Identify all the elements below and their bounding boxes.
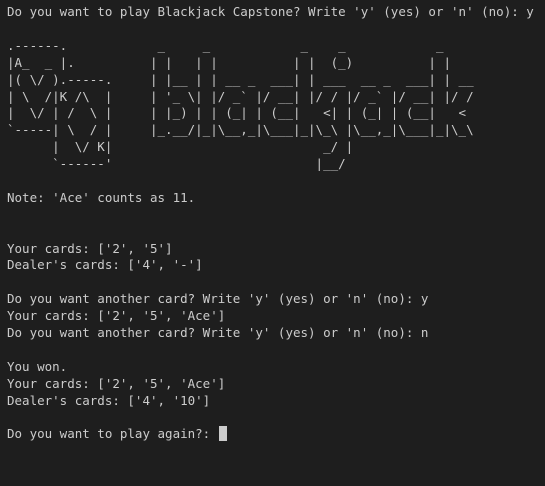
output-line: Dealer's cards: ['4', '-'] (7, 257, 545, 274)
output-line: You won. (7, 359, 545, 376)
output-line: Note: 'Ace' counts as 11. (7, 190, 545, 207)
output-line: Your cards: ['2', '5', 'Ace'] (7, 308, 545, 325)
blackjack-ascii-logo: .------. _ _ _ _ _ |A_ _ |. | | | | | | … (7, 37, 474, 172)
line-text: Your cards: ['2', '5', 'Ace'] (7, 375, 226, 391)
input-prompt-line[interactable]: Do you want to play again?: (7, 426, 545, 443)
terminal-output[interactable]: Do you want to play Blackjack Capstone? … (0, 0, 545, 486)
line-text: You won. (7, 358, 68, 374)
line-text: Your cards: ['2', '5', 'Ace'] (7, 308, 226, 324)
output-line: Your cards: ['2', '5'] (7, 241, 545, 258)
line-text: Note: 'Ace' counts as 11. (7, 189, 196, 205)
output-line: Do you want another card? Write 'y' (yes… (7, 291, 545, 308)
text-cursor[interactable] (218, 426, 227, 442)
line-text: Do you want another card? Write 'y' (yes… (7, 325, 429, 341)
output-line: Dealer's cards: ['4', '10'] (7, 393, 545, 410)
line-text: Dealer's cards: ['4', '10'] (7, 392, 211, 408)
line-text: Dealer's cards: ['4', '-'] (7, 257, 203, 273)
line-text: Your cards: ['2', '5'] (7, 240, 173, 256)
line-text: Do you want to play again?: (7, 426, 218, 442)
output-line: Do you want another card? Write 'y' (yes… (7, 325, 545, 342)
line-text: Do you want another card? Write 'y' (yes… (7, 291, 429, 307)
line-text: Do you want to play Blackjack Capstone? … (7, 4, 534, 19)
output-line: Do you want to play Blackjack Capstone? … (7, 4, 545, 21)
output-line: Your cards: ['2', '5', 'Ace'] (7, 376, 545, 393)
